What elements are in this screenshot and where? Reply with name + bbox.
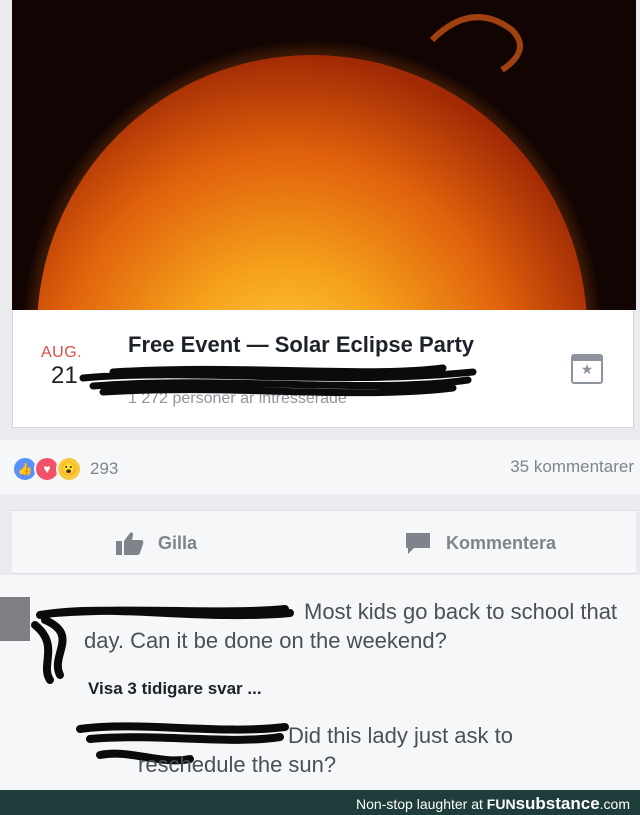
- like-button[interactable]: Gilla: [116, 531, 197, 555]
- footer-prefix: Non-stop laughter at: [356, 796, 487, 812]
- event-card[interactable]: AUG. 21 Free Event — Solar Eclipse Party…: [12, 310, 634, 428]
- comment-text: Most kids go back to school that day. Ca…: [84, 599, 618, 653]
- show-previous-replies-link[interactable]: Visa 3 tidigare svar ...: [88, 679, 262, 699]
- watermark-footer: Non-stop laughter at FUNsubstance.com: [0, 790, 640, 815]
- comment-icon: [406, 533, 430, 554]
- sun-image: [22, 14, 602, 310]
- footer-brand-tld: .com: [599, 796, 630, 812]
- comment-label: Kommentera: [446, 532, 557, 553]
- comments-section: Most kids go back to school that day. Ca…: [0, 575, 640, 790]
- footer-brand-fun: FUN: [486, 796, 516, 812]
- event-interested-count: 1 272 personer är intresserade: [128, 390, 347, 407]
- footer-brand-rest: substance: [515, 794, 600, 813]
- event-cover-image[interactable]: [12, 0, 636, 310]
- like-label: Gilla: [158, 532, 198, 553]
- comment-count-link[interactable]: 35 kommentarer: [510, 457, 634, 477]
- wow-reaction-icon: 😮: [56, 456, 82, 482]
- reactions-bar: 👍 ♥ 😮 293 35 kommentarer: [0, 440, 640, 494]
- event-date-day: 21: [51, 362, 78, 389]
- event-title[interactable]: Free Event — Solar Eclipse Party: [128, 332, 474, 358]
- thumbs-up-icon: [116, 532, 144, 555]
- calendar-save-button[interactable]: ★: [571, 354, 603, 384]
- star-icon: ★: [580, 360, 594, 377]
- event-date-month: AUG.: [41, 344, 83, 361]
- reactions-summary[interactable]: 👍 ♥ 😮 293: [12, 456, 118, 482]
- post-actions: Gilla Kommentera: [12, 510, 636, 574]
- avatar[interactable]: [0, 597, 30, 641]
- reply-text: Did this lady just ask to reschedule the…: [138, 723, 513, 777]
- reaction-count: 293: [90, 459, 119, 478]
- comment-button[interactable]: Kommentera: [404, 531, 556, 555]
